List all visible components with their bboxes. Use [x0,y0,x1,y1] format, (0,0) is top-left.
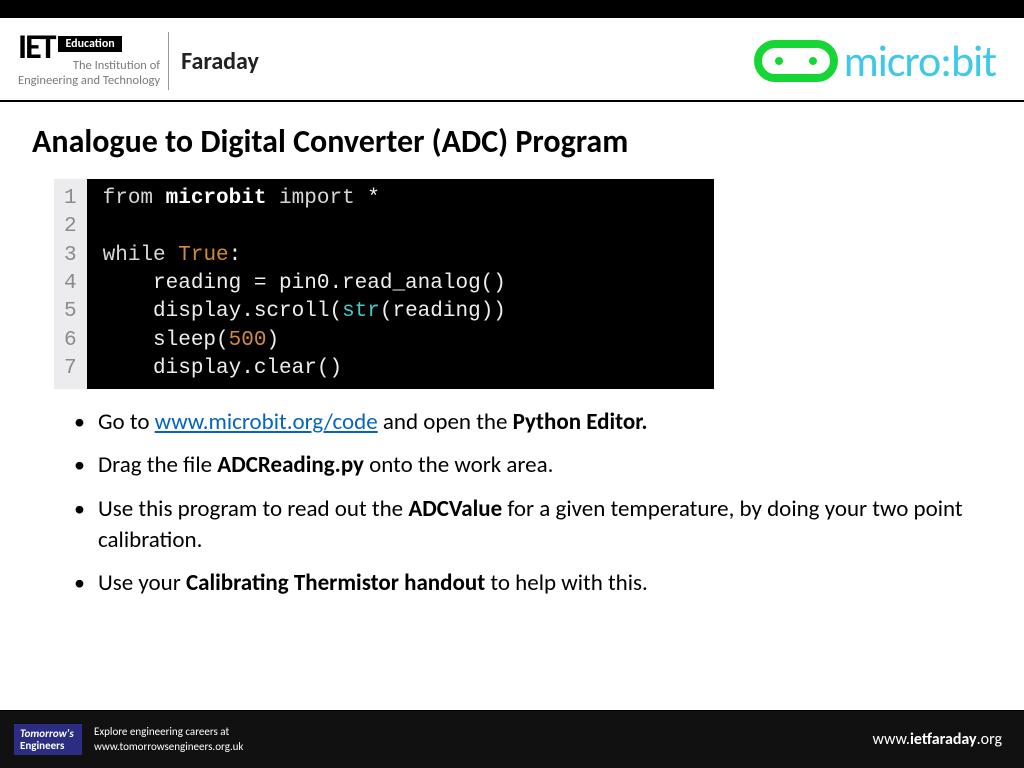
code-line-5b: (reading)) [380,300,506,323]
code-line-5a: display.scroll( [103,300,342,323]
fn-str: str [342,300,380,323]
iet-subtitle: The Institution of Engineering and Techn… [18,59,160,88]
code-line-7: display.clear() [103,357,342,380]
microbit-code-link[interactable]: www.microbit.org/code [155,408,378,436]
text: Use your [98,569,186,597]
logo-divider [168,32,169,90]
header: IET Education The Institution of Enginee… [0,18,1024,102]
code-editor: 1 2 3 4 5 6 7 from microbit import * whi… [54,179,714,389]
instruction-item: Use your Calibrating Thermistor handout … [74,568,984,599]
te-tomorrows: Tomorrow's [20,727,74,740]
explore-careers-text: Explore engineering careers at [94,725,243,739]
iet-logo-block: IET Education The Institution of Enginee… [18,32,259,90]
microbit-icon [754,40,838,82]
code-line-4: reading = pin0.read_analog() [103,272,506,295]
code-body: from microbit import * while True: readi… [87,179,714,389]
instruction-item: Go to www.microbit.org/code and open the… [74,407,984,438]
kw-while: while [103,244,179,267]
slide-content: Analogue to Digital Converter (ADC) Prog… [0,102,1024,599]
line-number: 2 [64,213,77,241]
iet-sub-2: Engineering and Technology [18,73,160,88]
footer-site-url: www.ietfaraday.org [873,730,1002,749]
kw-from: from [103,187,166,210]
module-name: microbit [166,187,267,210]
top-bar [0,0,1024,18]
num-500: 500 [229,329,267,352]
text: Go to [98,408,155,436]
iet-mark-icon: IET [18,34,54,61]
line-number: 3 [64,242,77,270]
adcvalue-label: ADCValue [408,495,502,523]
line-number: 5 [64,298,77,326]
line-number: 7 [64,355,77,383]
microbit-logo: micro:bit [754,34,996,88]
te-engineers: Engineers [20,740,76,752]
text: Drag the file [98,451,217,479]
text: and open the [378,408,513,436]
iet-sub-1: The Institution of [73,58,160,73]
footer-left: Tomorrow's Engineers Explore engineering… [14,724,243,755]
footer-explore-text: Explore engineering careers at www.tomor… [94,725,243,754]
text: Use this program to read out the [98,495,408,523]
line-gutter: 1 2 3 4 5 6 7 [54,179,87,389]
text: to help with this. [485,569,648,597]
line-number: 1 [64,185,77,213]
star: * [367,187,380,210]
code-line-6b: ) [266,329,279,352]
footer: Tomorrow's Engineers Explore engineering… [0,710,1024,768]
faraday-wordmark: Faraday [181,47,259,76]
line-number: 4 [64,270,77,298]
iet-logo: IET Education The Institution of Enginee… [18,34,160,88]
slide-title: Analogue to Digital Converter (ADC) Prog… [32,122,992,161]
python-editor-label: Python Editor. [513,408,648,436]
handout-label: Calibrating Thermistor handout [186,569,485,597]
instruction-item: Use this program to read out the ADCValu… [74,494,984,556]
code-line-6a: sleep( [103,329,229,352]
url-pre: www. [873,730,910,749]
line-number: 6 [64,327,77,355]
url-bold: ietfaraday [910,730,977,749]
kw-true: True [178,244,228,267]
instruction-item: Drag the file ADCReading.py onto the wor… [74,450,984,481]
url-post: .org [977,730,1002,749]
filename: ADCReading.py [217,451,364,479]
kw-import: import [266,187,367,210]
instruction-list: Go to www.microbit.org/code and open the… [32,407,992,598]
microbit-text: micro:bit [844,34,996,88]
education-badge: Education [58,36,121,52]
colon: : [229,244,242,267]
tomorrows-engineers-badge: Tomorrow's Engineers [14,724,82,755]
text: onto the work area. [364,451,553,479]
te-url: www.tomorrowsengineers.org.uk [94,740,243,754]
